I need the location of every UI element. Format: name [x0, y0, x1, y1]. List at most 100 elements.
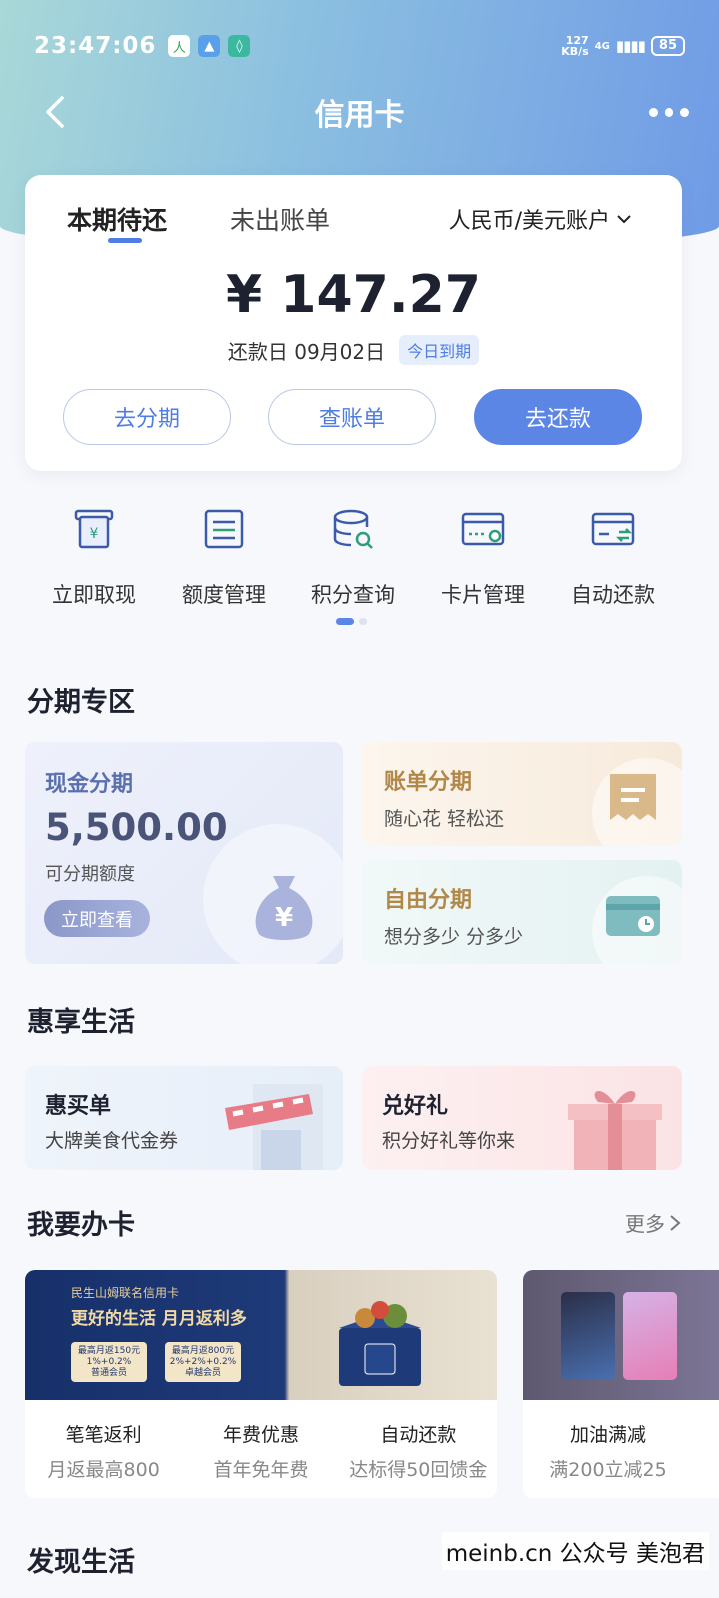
chip-tag: 卓越会员: [184, 1368, 221, 1378]
quick-item-limit[interactable]: 额度管理: [159, 505, 289, 609]
section-title-life: 惠享生活: [27, 1007, 135, 1038]
signal-icon: ▮▮▮▮: [615, 37, 646, 55]
cash-installment-panel[interactable]: 现金分期 5,500.00 可分期额度 立即查看 ¥: [25, 742, 343, 964]
benefit-item: 自动还款达标得50回馈金: [340, 1420, 497, 1482]
section-title-installment: 分期专区: [27, 687, 135, 718]
card-promo-2[interactable]: 加油满减 满200立减25: [523, 1270, 719, 1498]
due-date: 还款日 09月02日: [227, 339, 386, 364]
benefit-sub: 满200立减25: [549, 1459, 667, 1481]
receipt-icon: [610, 774, 656, 820]
notification-icons: 人 ▲ ◊: [168, 35, 251, 57]
gallery-app-icon: ▲: [198, 35, 221, 57]
free-installment-title: 自由分期: [384, 888, 473, 913]
cash-installment-title: 现金分期: [45, 772, 134, 797]
net-speed: 127 KB/s: [561, 35, 588, 57]
promo-banner: 民生山姆联名信用卡 更好的生活 月月返利多 最高月返150元 1%+0.2% 普…: [25, 1270, 497, 1400]
quick-label: 额度管理: [182, 583, 266, 607]
chip-title: 最高月返150元: [77, 1346, 141, 1356]
life-item-title: 兑好礼: [382, 1094, 449, 1119]
card-image-transformers: [561, 1292, 615, 1380]
free-installment-subtitle: 想分多少 分多少: [384, 926, 524, 948]
life-item-title: 惠买单: [45, 1094, 112, 1119]
account-selector[interactable]: 人民币/美元账户: [449, 203, 632, 235]
more-menu-icon[interactable]: [649, 98, 690, 126]
network-type: 4G: [594, 40, 610, 52]
card-promo-sams[interactable]: 民生山姆联名信用卡 更好的生活 月月返利多 最高月返150元 1%+0.2% 普…: [25, 1270, 497, 1498]
system-indicators: 127 KB/s 4G ▮▮▮▮ 85: [561, 35, 685, 57]
quick-item-auto-repay[interactable]: 自动还款: [548, 505, 678, 609]
benefit-sub: 首年免年费: [213, 1459, 309, 1481]
benefit-title: 年费优惠: [222, 1424, 299, 1446]
cash-installment-subtitle: 可分期额度: [45, 864, 135, 885]
promo-benefits: 笔笔返利月返最高800 年费优惠首年免年费 自动还款达标得50回馈金: [25, 1420, 497, 1482]
bill-card: 本期待还 未出账单 人民币/美元账户 ¥ 147.27 还款日 09月02日 今…: [25, 175, 682, 471]
auto-repay-icon: [591, 512, 635, 546]
bill-installment-subtitle: 随心花 轻松还: [384, 808, 505, 830]
svg-text:¥: ¥: [90, 526, 99, 542]
promo2-banner: [523, 1270, 719, 1400]
benefit-sub: 达标得50回馈金: [349, 1459, 488, 1481]
quick-label: 积分查询: [311, 583, 395, 607]
life-item-gift[interactable]: 兑好礼 积分好礼等你来: [362, 1066, 682, 1170]
chip-title: 最高月返800元: [171, 1346, 235, 1356]
quick-actions: ¥ 立即取现 额度管理 积分查询 卡片管理 自动还款: [0, 505, 719, 615]
benefit-item: 年费优惠 首年免年费: [182, 1420, 339, 1482]
quick-label: 立即取现: [52, 583, 136, 607]
life-item-subtitle: 积分好礼等你来: [382, 1130, 516, 1152]
watermark: meinb.cn 公众号 美泡君: [441, 1532, 709, 1570]
benefit-sub: 月返最高800: [47, 1459, 160, 1481]
chevron-down-icon: [617, 215, 631, 224]
more-cards-link[interactable]: 更多: [625, 1208, 681, 1237]
tab-unbilled[interactable]: 未出账单: [230, 201, 330, 237]
back-arrow-icon[interactable]: [38, 92, 78, 132]
due-badge: 今日到期: [399, 335, 480, 365]
promo-banner-small: 民生山姆联名信用卡: [71, 1286, 180, 1300]
account-label: 人民币/美元账户: [448, 209, 610, 234]
card-clock-icon: [606, 896, 660, 936]
chip-sub: 2%+2%+0.2%: [169, 1357, 237, 1367]
nav-bar: 信用卡: [0, 84, 719, 140]
bill-installment-title: 账单分期: [384, 770, 473, 795]
page-indicator: [336, 618, 367, 625]
amount-due: ¥ 147.27: [226, 265, 481, 325]
promo-banner-headline: 更好的生活 月月返利多: [71, 1309, 247, 1329]
promo-chip-premium: 最高月返800元 2%+2%+0.2% 卓越会员: [165, 1342, 241, 1382]
benefit-title: 加油满减: [569, 1424, 646, 1446]
due-date-line: 还款日 09月02日 今日到期: [25, 335, 682, 365]
battery-icon: 85: [650, 36, 685, 56]
limit-manage-icon: [204, 509, 244, 549]
gift-box-icon: [568, 1090, 662, 1170]
installment-button[interactable]: 去分期: [63, 389, 231, 445]
shield-app-icon: ◊: [228, 35, 251, 57]
money-bag-icon: ¥: [255, 876, 313, 940]
free-installment-panel[interactable]: 自由分期 想分多少 分多少: [362, 860, 682, 964]
life-item-buy[interactable]: 惠买单 大牌美食代金券: [25, 1066, 343, 1170]
more-label: 更多: [625, 1212, 665, 1236]
promo-chip-basic: 最高月返150元 1%+0.2% 普通会员: [71, 1342, 147, 1382]
cash-withdraw-icon: ¥: [74, 509, 114, 549]
tab-active-indicator: [108, 238, 142, 243]
bill-installment-panel[interactable]: 账单分期 随心花 轻松还: [362, 742, 682, 846]
section-title-discover: 发现生活: [27, 1547, 135, 1578]
quick-item-points[interactable]: 积分查询: [288, 505, 418, 609]
tab-current-bill[interactable]: 本期待还: [67, 201, 167, 237]
card-manage-icon: [461, 512, 505, 546]
view-now-button[interactable]: 立即查看: [44, 900, 150, 937]
quick-label: 卡片管理: [441, 583, 525, 607]
quick-item-card[interactable]: 卡片管理: [418, 505, 548, 609]
quick-item-cash-withdraw[interactable]: ¥ 立即取现: [29, 505, 159, 609]
status-time: 23:47:06: [34, 33, 157, 59]
statement-button[interactable]: 查账单: [268, 389, 436, 445]
chip-sub: 1%+0.2%: [86, 1357, 132, 1367]
card-image-pony: [623, 1292, 677, 1380]
benefit-title: 自动还款: [380, 1424, 457, 1446]
points-query-icon: [333, 509, 373, 549]
section-title-card: 我要办卡: [27, 1210, 135, 1241]
benefit-title: 笔笔返利: [65, 1424, 142, 1446]
svg-text:¥: ¥: [275, 903, 293, 933]
page-title: 信用卡: [314, 98, 405, 133]
chevron-right-icon: [670, 1214, 681, 1231]
repay-button[interactable]: 去还款: [474, 389, 642, 445]
life-item-subtitle: 大牌美食代金券: [45, 1130, 179, 1152]
promo2-benefit: 加油满减 满200立减25: [523, 1420, 693, 1482]
